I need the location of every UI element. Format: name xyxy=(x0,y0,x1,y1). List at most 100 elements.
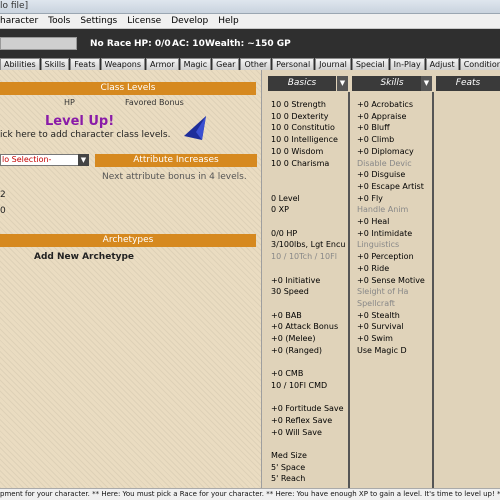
menu-develop[interactable]: Develop xyxy=(171,16,208,26)
add-archetype-link[interactable]: Add New Archetype xyxy=(34,252,134,262)
tab-abilities[interactable]: Abilities xyxy=(0,58,40,70)
basics-row[interactable]: 10 0 Wisdom xyxy=(271,146,323,157)
tab-magic[interactable]: Magic xyxy=(179,58,212,70)
skill-row[interactable]: +0 Ride xyxy=(357,263,389,274)
attribute-bonus-hint: Next attribute bonus in 4 levels. xyxy=(102,172,247,182)
basics-row[interactable]: 10 0 Constitutio xyxy=(271,122,335,133)
skill-row[interactable]: Use Magic D xyxy=(357,345,407,356)
skill-row[interactable]: +0 Fly xyxy=(357,193,383,204)
attribute-increases-header: Attribute Increases xyxy=(95,154,257,167)
tab-condition[interactable]: Condition xyxy=(459,58,500,70)
skill-row[interactable]: +0 Swim xyxy=(357,333,393,344)
basics-row[interactable]: +0 (Melee) xyxy=(271,333,315,344)
skills-header: Skills xyxy=(352,76,432,91)
skills-dropdown-icon[interactable]: ▼ xyxy=(421,76,432,91)
tab-strip: Abilities Skills Feats Weapons Armor Mag… xyxy=(0,57,500,70)
attribute-row-2: 0 xyxy=(0,206,6,216)
basics-row[interactable]: 0 XP xyxy=(271,204,289,215)
skill-row[interactable]: +0 Escape Artist xyxy=(357,181,424,192)
skill-row[interactable]: Spellcraft xyxy=(357,298,395,309)
basics-dropdown-icon[interactable]: ▼ xyxy=(337,76,348,91)
column-divider xyxy=(348,92,350,488)
skill-row[interactable]: Disable Devic xyxy=(357,158,412,169)
tab-journal[interactable]: Journal xyxy=(315,58,351,70)
skill-row[interactable]: +0 Sense Motive xyxy=(357,275,425,286)
basics-row[interactable]: 5' Reach xyxy=(271,473,305,484)
menu-license[interactable]: License xyxy=(127,16,161,26)
class-levels-panel: Class Levels HP Favored Bonus Level Up! … xyxy=(0,70,262,488)
tab-personal[interactable]: Personal xyxy=(272,58,315,70)
basics-row[interactable]: +0 Attack Bonus xyxy=(271,321,338,332)
menu-tools[interactable]: Tools xyxy=(48,16,70,26)
basics-row[interactable]: 5' Space xyxy=(271,462,305,473)
skill-row[interactable]: Handle Anim xyxy=(357,204,408,215)
skill-row[interactable]: +0 Heal xyxy=(357,216,389,227)
basics-row[interactable]: +0 Will Save xyxy=(271,427,322,438)
feats-header: Feats xyxy=(436,76,500,91)
basics-row[interactable]: Med Size xyxy=(271,450,307,461)
window-title: lo file] xyxy=(0,1,29,11)
basics-row[interactable]: 10 0 Intelligence xyxy=(271,134,338,145)
level-up-label[interactable]: Level Up! xyxy=(45,114,114,129)
tab-gear[interactable]: Gear xyxy=(212,58,240,70)
status-bar: pment for your character. ** Here: You m… xyxy=(0,488,500,500)
skill-row[interactable]: Linguistics xyxy=(357,239,399,250)
menu-character[interactable]: haracter xyxy=(0,16,38,26)
wizard-hat-icon[interactable] xyxy=(180,114,210,144)
basics-row[interactable]: 10 0 Dexterity xyxy=(271,111,328,122)
class-selector-dropdown[interactable]: lo Selection- xyxy=(0,154,88,166)
window-titlebar: lo file] xyxy=(0,0,500,14)
tab-feats[interactable]: Feats xyxy=(70,58,100,70)
tab-weapons[interactable]: Weapons xyxy=(100,58,145,70)
attribute-row-1: 2 xyxy=(0,190,6,200)
skill-row[interactable]: +0 Appraise xyxy=(357,111,406,122)
basics-header: Basics xyxy=(268,76,336,91)
basics-row[interactable]: 10 / 10Tch / 10Fl xyxy=(271,251,337,262)
add-class-hint[interactable]: ick here to add character class levels. xyxy=(0,130,170,140)
tab-adjust[interactable]: Adjust xyxy=(425,58,459,70)
character-info-bar: No Race HP: 0/0 AC: 10 Wealth: ~150 GP xyxy=(0,29,500,57)
skill-row[interactable]: +0 Bluff xyxy=(357,122,390,133)
basics-row[interactable]: 0/0 HP xyxy=(271,228,297,239)
basics-row[interactable]: +0 BAB xyxy=(271,310,302,321)
favored-bonus-column-header: Favored Bonus xyxy=(125,98,184,107)
archetypes-header: Archetypes xyxy=(0,234,256,247)
wealth-label: Wealth: ~150 GP xyxy=(205,39,291,49)
basics-row[interactable]: +0 (Ranged) xyxy=(271,345,322,356)
basics-row[interactable]: 10 / 10Fl CMD xyxy=(271,380,327,391)
basics-row[interactable]: 3/100lbs, Lgt Encu xyxy=(271,239,345,250)
skill-row[interactable]: +0 Diplomacy xyxy=(357,146,414,157)
basics-row[interactable]: 10 0 Strength xyxy=(271,99,326,110)
skill-row[interactable]: +0 Climb xyxy=(357,134,394,145)
tab-armor[interactable]: Armor xyxy=(146,58,179,70)
skill-row[interactable]: +0 Perception xyxy=(357,251,414,262)
basics-row[interactable]: +0 Fortitude Save xyxy=(271,403,344,414)
skill-row[interactable]: +0 Acrobatics xyxy=(357,99,413,110)
hp-column-header: HP xyxy=(64,98,75,107)
basics-row[interactable]: 10 0 Charisma xyxy=(271,158,329,169)
basics-row[interactable]: +0 Reflex Save xyxy=(271,415,332,426)
column-divider xyxy=(432,92,434,488)
skill-row[interactable]: +0 Disguise xyxy=(357,169,405,180)
skill-row[interactable]: Sleight of Ha xyxy=(357,286,408,297)
race-label[interactable]: No Race xyxy=(90,39,131,49)
skill-row[interactable]: +0 Intimidate xyxy=(357,228,412,239)
tab-in-play[interactable]: In-Play xyxy=(389,58,425,70)
skill-row[interactable]: +0 Stealth xyxy=(357,310,400,321)
hp-label: HP: 0/0 xyxy=(134,39,171,49)
tab-other[interactable]: Other xyxy=(240,58,272,70)
menu-help[interactable]: Help xyxy=(218,16,239,26)
basics-row[interactable]: +0 CMB xyxy=(271,368,303,379)
ac-label: AC: 10 xyxy=(172,39,205,49)
dropdown-arrow-icon[interactable]: ▼ xyxy=(78,154,89,166)
basics-row[interactable]: +0 Initiative xyxy=(271,275,320,286)
class-levels-header: Class Levels xyxy=(0,82,256,95)
skill-row[interactable]: +0 Survival xyxy=(357,321,404,332)
menu-bar: haracter Tools Settings License Develop … xyxy=(0,14,500,29)
menu-settings[interactable]: Settings xyxy=(80,16,117,26)
character-name-field[interactable] xyxy=(0,37,77,50)
tab-special[interactable]: Special xyxy=(351,58,389,70)
basics-row[interactable]: 30 Speed xyxy=(271,286,309,297)
basics-row[interactable]: 0 Level xyxy=(271,193,300,204)
tab-skills[interactable]: Skills xyxy=(40,58,70,70)
